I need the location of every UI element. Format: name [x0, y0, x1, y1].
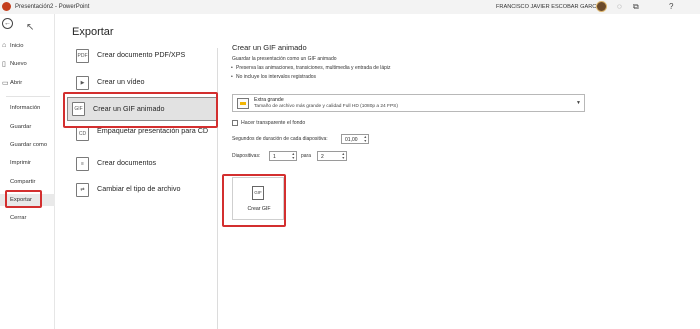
quality-subtitle: Tamaño de archivo más grande y calidad F…: [254, 104, 398, 109]
option-label: Crear documento PDF/XPS: [97, 50, 186, 59]
handouts-icon: ≡: [76, 157, 89, 171]
nav-item-label: Nuevo: [10, 61, 27, 67]
pane-divider: [217, 48, 218, 329]
chevron-down-icon: ▼: [576, 100, 581, 106]
change-file-type-icon: ⇄: [76, 183, 89, 197]
stepper-arrows-icon[interactable]: ▲ ▼: [291, 152, 295, 160]
nav-item-label: Imprimir: [10, 160, 31, 166]
document-title: Presentación2 - PowerPoint: [15, 4, 90, 10]
export-pane: Exportar PDF Crear documento PDF/XPS ▶ C…: [56, 14, 700, 329]
nav-item-label: Compartir: [10, 179, 36, 185]
nav-divider: [6, 96, 50, 97]
quality-title: Extra grande: [254, 97, 284, 103]
slides-from-value: 1: [273, 154, 276, 160]
stepper-arrows-icon[interactable]: ▲ ▼: [363, 135, 367, 143]
slides-to-value: 2: [321, 154, 324, 160]
user-name[interactable]: FRANCISCO JAVIER ESCOBAR GARCIA: [496, 4, 602, 10]
slides-label: Diapositivas:: [232, 153, 261, 159]
home-icon: ⌂: [2, 42, 7, 49]
pdf-document-icon: PDF: [76, 49, 89, 63]
panel-title: Crear un GIF animado: [232, 43, 307, 52]
stepper-arrows-icon[interactable]: ▲ ▼: [341, 152, 345, 160]
lightbulb-icon[interactable]: ◌: [617, 2, 622, 11]
transparent-bg-checkbox[interactable]: [232, 120, 238, 126]
option-label: Cambiar el tipo de archivo: [97, 184, 181, 193]
bullet-item: Preserva las animaciones, transiciones, …: [231, 65, 391, 71]
nav-item-label: Inicio: [10, 43, 24, 49]
powerpoint-app-icon: [2, 2, 11, 11]
back-arrow-icon[interactable]: ←: [2, 18, 13, 29]
nav-item-label: Guardar como: [10, 142, 48, 148]
avatar[interactable]: [596, 1, 607, 12]
seconds-label: Segundos de duración de cada diapositiva…: [232, 136, 328, 142]
option-label: Crear documentos: [97, 158, 157, 167]
seconds-value: 01,00: [345, 137, 358, 143]
panel-description: Guardar la presentación como un GIF anim…: [232, 56, 337, 62]
option-label: Crear un vídeo: [97, 77, 145, 86]
cd-icon: CD: [76, 127, 89, 141]
nav-item-label: Guardar: [10, 124, 32, 130]
new-icon: ▯: [2, 61, 6, 68]
help-icon[interactable]: ?: [669, 2, 673, 11]
nav-item-label: Abrir: [10, 80, 23, 86]
slides-to-label: para: [301, 153, 312, 159]
nav-item-label: Información: [10, 105, 41, 111]
share-icon[interactable]: ⧉: [633, 2, 639, 11]
slides-to-stepper[interactable]: 2 ▲ ▼: [317, 151, 347, 161]
option-label: Empaquetar presentación para CD: [97, 126, 209, 135]
monitor-icon: [237, 98, 249, 109]
slides-from-stepper[interactable]: 1 ▲ ▼: [269, 151, 297, 161]
nav-item-label: Cerrar: [10, 215, 27, 221]
highlight-gif-option: [63, 92, 218, 128]
video-icon: ▶: [76, 76, 89, 90]
highlight-create-gif: [222, 174, 286, 227]
backstage-nav: ← ↖ ⌂ Inicio ▯ Nuevo ▭ Abrir Información…: [0, 14, 55, 329]
folder-icon: ▭: [2, 80, 9, 87]
title-bar: Presentación2 - PowerPoint FRANCISCO JAV…: [0, 0, 700, 14]
seconds-stepper[interactable]: 01,00 ▲ ▼: [341, 134, 369, 144]
cursor-icon: ↖: [26, 22, 35, 33]
page-title: Exportar: [72, 26, 114, 38]
quality-dropdown[interactable]: Extra grande Tamaño de archivo más grand…: [232, 94, 585, 112]
bullet-item: No incluye los intervalos registrados: [231, 74, 316, 80]
transparent-bg-label: Hacer transparente el fondo: [241, 120, 306, 126]
highlight-exportar: [5, 190, 42, 208]
